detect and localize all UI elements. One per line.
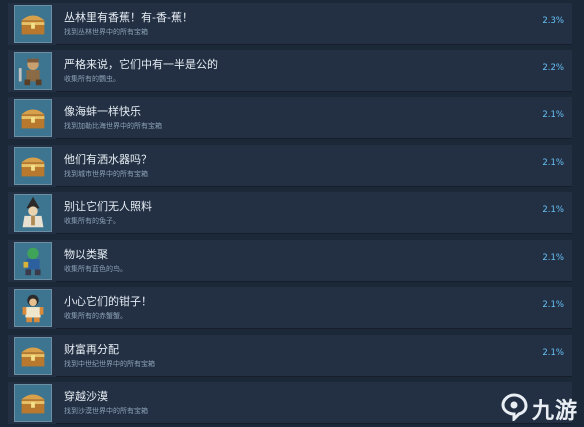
achievement-title: 财富再分配 — [64, 343, 119, 356]
achievement-percent: 2.2% — [542, 63, 564, 73]
achievement-title: 他们有洒水器吗？ — [64, 153, 152, 166]
jiuyou-logo-icon — [500, 393, 528, 425]
achievement-description: 收集所有的鸚虫。 — [64, 75, 120, 83]
achievement-description: 收集所有的赤蟹蟹。 — [64, 312, 127, 320]
treasure-chest-icon — [14, 337, 52, 375]
achievement-row[interactable]: 穿越沙漠 找到沙漠世界中的所有宝箱 — [8, 382, 572, 424]
achievement-title: 像海蚌一样快乐 — [64, 105, 141, 118]
achievement-description: 找到加勒比海世界中的所有宝箱 — [64, 122, 162, 130]
achievement-percent: 2.1% — [542, 253, 564, 263]
achievement-title: 物以类聚 — [64, 248, 108, 261]
achievement-description: 找到沙漠世界中的所有宝箱 — [64, 407, 148, 415]
achievement-description: 收集所有的兔子。 — [64, 217, 120, 225]
achievement-row[interactable]: 像海蚌一样快乐 找到加勒比海世界中的所有宝箱 2.1% — [8, 97, 572, 139]
jiuyou-watermark: 九游 — [500, 393, 578, 425]
achievement-percent: 2.1% — [542, 300, 564, 310]
achievement-title: 穿越沙漠 — [64, 390, 108, 403]
achievement-percent: 2.1% — [542, 158, 564, 168]
achievement-row[interactable]: 财富再分配 找到中世纪世界中的所有宝箱 2.1% — [8, 335, 572, 377]
achievement-row[interactable]: 别让它们无人照料 收集所有的兔子。 2.1% — [8, 192, 572, 234]
crab-character-icon — [14, 289, 52, 327]
achievement-row[interactable]: 他们有洒水器吗？ 找到城市世界中的所有宝箱 2.1% — [8, 145, 572, 187]
achievement-percent: 2.3% — [542, 16, 564, 26]
achievement-title: 严格来说，它们中有一半是公的 — [64, 58, 218, 71]
wizard-character-icon — [14, 194, 52, 232]
achievement-description: 收集所有蓝色的鸟。 — [64, 265, 127, 273]
achievement-description: 找到丛林世界中的所有宝箱 — [64, 28, 148, 36]
achievement-title: 别让它们无人照料 — [64, 200, 152, 213]
achievement-title: 小心它们的钳子！ — [64, 295, 152, 308]
achievement-row[interactable]: 丛林里有香蕉！有-香-蕉！ 找到丛林世界中的所有宝箱 2.3% — [8, 3, 572, 45]
achievement-description: 找到中世纪世界中的所有宝箱 — [64, 360, 155, 368]
achievement-description: 找到城市世界中的所有宝箱 — [64, 170, 148, 178]
treasure-chest-icon — [14, 5, 52, 43]
treasure-chest-icon — [14, 99, 52, 137]
achievement-row[interactable]: 小心它们的钳子！ 收集所有的赤蟹蟹。 2.1% — [8, 287, 572, 329]
achievement-row[interactable]: 严格来说，它们中有一半是公的 收集所有的鸚虫。 2.2% — [8, 50, 572, 92]
treasure-chest-icon — [14, 384, 52, 422]
achievement-title: 丛林里有香蕉！有-香-蕉！ — [64, 11, 193, 24]
achievement-percent: 2.1% — [542, 110, 564, 120]
watermark-text: 九游 — [531, 399, 578, 424]
achievement-percent: 2.1% — [542, 348, 564, 358]
blue-bird-character-icon — [14, 242, 52, 280]
miner-character-icon — [14, 52, 52, 90]
achievement-row[interactable]: 物以类聚 收集所有蓝色的鸟。 2.1% — [8, 240, 572, 282]
achievement-percent: 2.1% — [542, 205, 564, 215]
treasure-chest-icon — [14, 147, 52, 185]
